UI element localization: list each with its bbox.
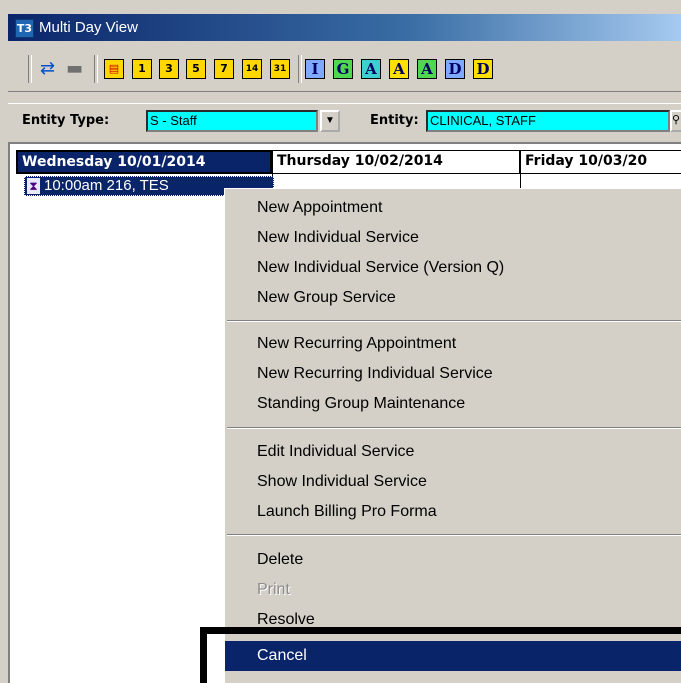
appointment-group-button[interactable]: A [417, 59, 437, 79]
appointment-alt-button[interactable]: A [389, 59, 409, 79]
menu-item-new-individual-service[interactable]: New Individual Service [225, 223, 681, 253]
calendar-today-icon[interactable]: ▤ [104, 59, 124, 79]
chevron-down-icon[interactable]: ▼ [320, 110, 340, 132]
day-header-thursday[interactable]: Thursday 10/02/2014 [272, 150, 520, 174]
menu-item-new-group-service[interactable]: New Group Service [225, 283, 681, 313]
menu-item-resolve[interactable]: Resolve [225, 605, 681, 635]
title-bar[interactable]: T3 Multi Day View [8, 14, 681, 41]
day-header-friday[interactable]: Friday 10/03/20 [520, 150, 681, 174]
view-7-day-button[interactable]: 7 [214, 59, 234, 79]
search-icon[interactable]: ⚲ [670, 110, 681, 132]
refresh-icon[interactable]: ⇄ [40, 58, 55, 80]
menu-item-cancel[interactable]: Cancel [225, 641, 681, 671]
menu-item-show-individual-service[interactable]: Show Individual Service [225, 467, 681, 497]
menu-item-delete[interactable]: Delete [225, 545, 681, 575]
window-title: Multi Day View [39, 19, 138, 36]
day-alt-button[interactable]: D [473, 59, 493, 79]
individual-service-button[interactable]: I [305, 59, 325, 79]
menu-item-new-recurring-individual-service[interactable]: New Recurring Individual Service [225, 359, 681, 389]
entity-type-label: Entity Type: [22, 113, 110, 128]
menu-item-new-recurring-appointment[interactable]: New Recurring Appointment [225, 329, 681, 359]
toolbar-separator [94, 55, 98, 83]
toolbar-separator [28, 55, 32, 83]
entity-label: Entity: [370, 113, 419, 128]
multi-day-view-window: T3 Multi Day View ⇄ ▬ ▤ 1 3 5 7 14 31 I … [0, 0, 681, 683]
view-14-day-button[interactable]: 14 [242, 59, 262, 79]
context-menu: New Appointment New Individual Service N… [224, 188, 681, 683]
menu-item-standing-group-maintenance[interactable]: Standing Group Maintenance [225, 389, 681, 419]
toolbar-separator [298, 55, 302, 83]
appointment-button[interactable]: A [361, 59, 381, 79]
menu-item-new-appointment[interactable]: New Appointment [225, 193, 681, 223]
group-service-button[interactable]: G [333, 59, 353, 79]
printer-icon[interactable]: ▬ [66, 58, 83, 80]
menu-item-edit-individual-service[interactable]: Edit Individual Service [225, 437, 681, 467]
menu-item-print: Print [257, 581, 290, 598]
day-button[interactable]: D [445, 59, 465, 79]
app-icon: T3 [15, 19, 34, 38]
view-5-day-button[interactable]: 5 [186, 59, 206, 79]
menu-separator [227, 534, 681, 536]
view-3-day-button[interactable]: 3 [159, 59, 179, 79]
menu-item-launch-billing-pro-forma[interactable]: Launch Billing Pro Forma [225, 497, 681, 527]
appointment-label: 10:00am 216, TES [44, 177, 169, 194]
menu-separator [227, 320, 681, 322]
entity-field[interactable]: CLINICAL, STAFF [426, 110, 670, 132]
view-31-day-button[interactable]: 31 [270, 59, 290, 79]
day-header-wednesday[interactable]: Wednesday 10/01/2014 [16, 150, 272, 174]
toolbar: ⇄ ▬ ▤ 1 3 5 7 14 31 I G A A A D D [8, 47, 681, 92]
menu-separator [227, 427, 681, 429]
menu-item-new-individual-service-version-q[interactable]: New Individual Service (Version Q) [225, 253, 681, 283]
entity-bar: Entity Type: S - Staff ▼ Entity: CLINICA… [8, 103, 681, 138]
entity-type-select[interactable]: S - Staff [146, 110, 318, 132]
view-1-day-button[interactable]: 1 [132, 59, 152, 79]
hourglass-icon: ⧗ [27, 178, 40, 194]
